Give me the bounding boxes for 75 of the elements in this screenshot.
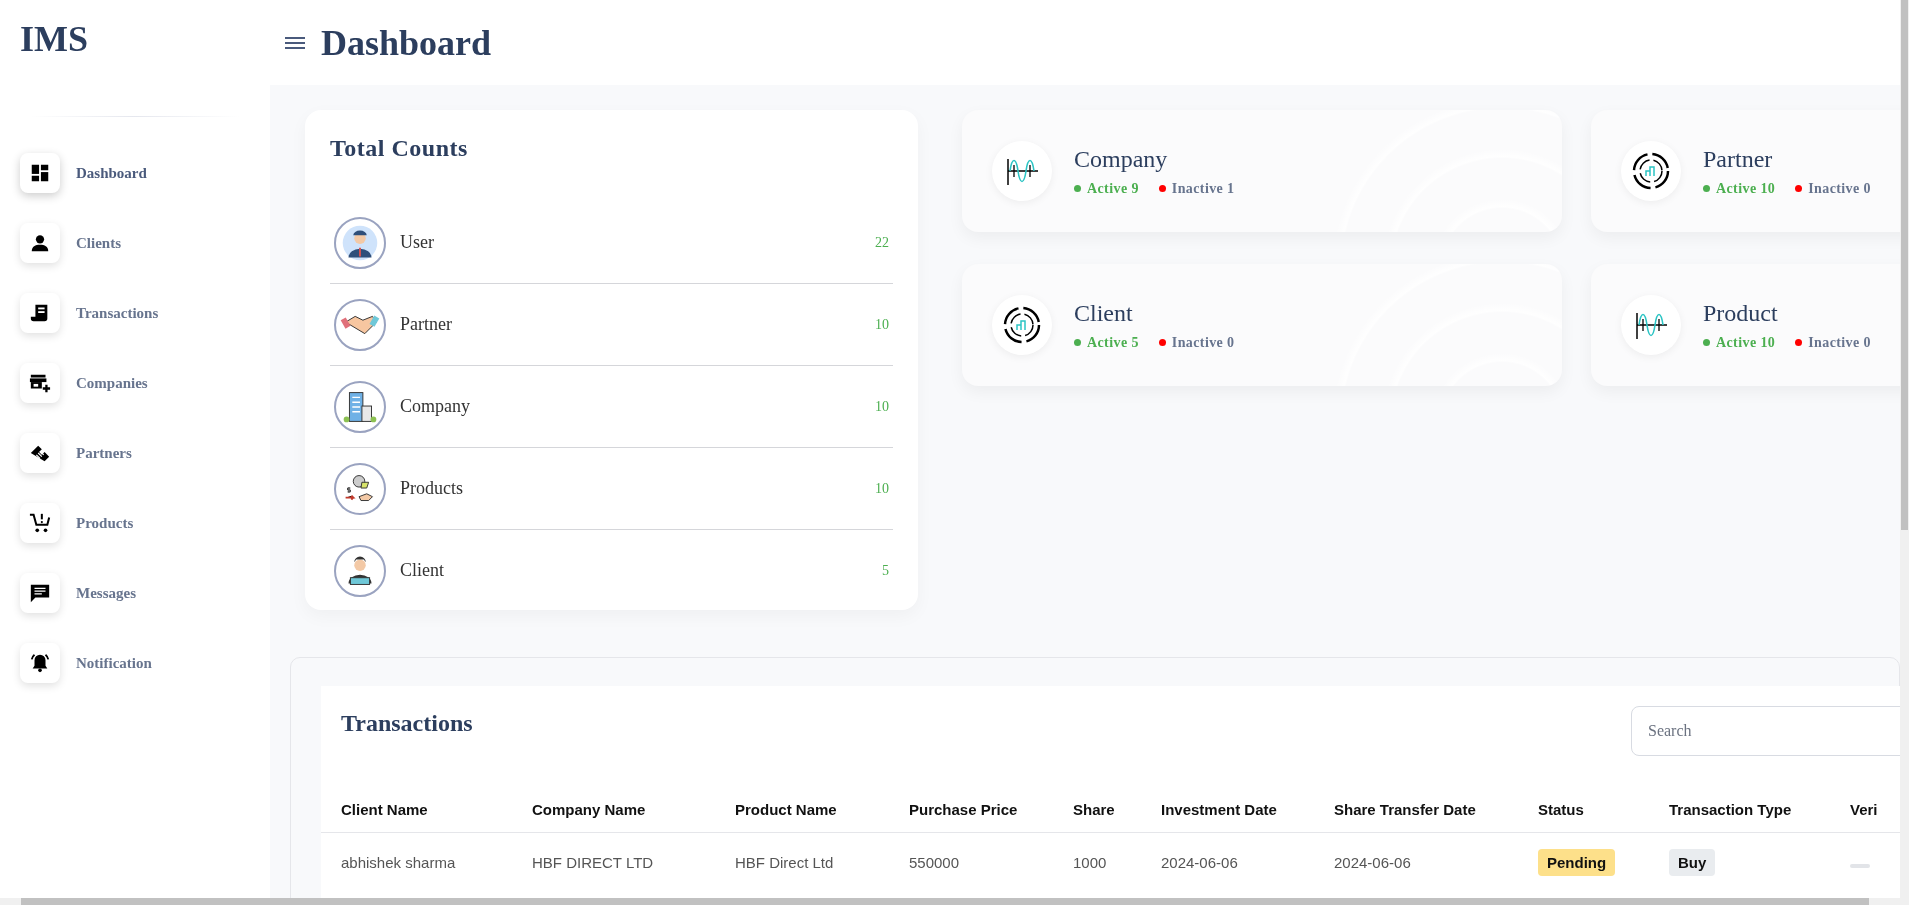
count-label: Partner xyxy=(400,314,453,335)
search-field[interactable]: Search xyxy=(1631,706,1900,756)
nav-item[interactable]: Partners xyxy=(20,433,270,473)
column-header: Company Name xyxy=(532,801,646,818)
nav-icon xyxy=(29,372,51,394)
card-title: Total Counts xyxy=(330,135,469,162)
count-label: Products xyxy=(400,478,464,499)
count-value: 10 xyxy=(875,316,889,333)
category-icon xyxy=(334,462,386,515)
inactive-count: Inactive 1 xyxy=(1171,180,1235,197)
column-header: Status xyxy=(1538,801,1584,818)
inactive-count: Inactive 0 xyxy=(1808,334,1871,351)
column-header: Investment Date xyxy=(1161,801,1277,818)
stat-title: Product xyxy=(1703,299,1779,327)
status-dot xyxy=(1795,339,1803,346)
vertical-scrollbar[interactable] xyxy=(1900,0,1909,905)
column-header: Veri xyxy=(1850,801,1878,818)
column-header: Product Name xyxy=(735,801,837,818)
category-icon xyxy=(334,544,386,597)
table-cell: 550000 xyxy=(909,854,960,871)
nav-icon xyxy=(29,232,51,254)
category-icon xyxy=(334,216,386,269)
nav-item[interactable]: Transactions xyxy=(20,293,270,333)
count-label: User xyxy=(400,232,435,253)
type-badge: Buy xyxy=(1669,849,1716,876)
column-header: Share xyxy=(1073,801,1115,818)
category-icon xyxy=(334,298,386,351)
stat-title: Client xyxy=(1074,299,1134,327)
column-header: Share Transfer Date xyxy=(1334,801,1476,818)
inactive-count: Inactive 0 xyxy=(1808,180,1871,197)
column-header: Transaction Type xyxy=(1669,801,1792,818)
stat-title: Partner xyxy=(1703,145,1774,173)
status-dot xyxy=(1703,339,1710,346)
active-count: Active 10 xyxy=(1716,180,1776,197)
table-cell: 2024-06-06 xyxy=(1334,854,1411,871)
nav-icon xyxy=(29,582,51,604)
table-cell: 1000 xyxy=(1073,854,1107,871)
count-value: 5 xyxy=(882,562,889,579)
count-label: Client xyxy=(400,560,445,581)
nav-item[interactable]: Products xyxy=(20,503,270,543)
nav-item[interactable]: Dashboard xyxy=(20,153,270,193)
horizontal-scrollbar[interactable] xyxy=(0,898,1900,905)
nav-item[interactable]: Companies xyxy=(20,363,270,403)
status-badge: Pending xyxy=(1538,849,1616,876)
count-label: Company xyxy=(400,396,471,417)
status-dot xyxy=(1074,339,1081,346)
status-dot xyxy=(1074,185,1081,192)
active-count: Active 9 xyxy=(1087,180,1139,197)
table-cell: HBF Direct Ltd xyxy=(735,854,834,871)
app-logo: IMS xyxy=(19,18,89,61)
count-value: 22 xyxy=(875,234,889,251)
active-count: Active 5 xyxy=(1087,334,1139,351)
nav-icon xyxy=(29,512,51,534)
nav-icon xyxy=(29,162,51,184)
count-value: 10 xyxy=(875,398,889,415)
section-title: Transactions xyxy=(341,710,473,737)
count-value: 10 xyxy=(875,480,889,497)
status-dot xyxy=(1158,339,1166,346)
nav-item[interactable]: Clients xyxy=(20,223,270,263)
status-dot xyxy=(1703,185,1710,192)
column-header: Purchase Price xyxy=(909,801,1018,818)
table-cell: abhishek sharma xyxy=(341,854,456,871)
table-cell: 2024-06-06 xyxy=(1161,854,1238,871)
status-dot xyxy=(1795,185,1803,192)
table-cell: HBF DIRECT LTD xyxy=(532,854,654,871)
nav-item[interactable]: Notification xyxy=(20,643,270,683)
nav-item[interactable]: Messages xyxy=(20,573,270,613)
column-header: Client Name xyxy=(341,801,428,818)
inactive-count: Inactive 0 xyxy=(1171,334,1235,351)
status-dot xyxy=(1158,185,1166,192)
category-icon xyxy=(334,380,386,433)
active-count: Active 10 xyxy=(1716,334,1776,351)
nav-icon xyxy=(29,652,51,674)
stat-title: Company xyxy=(1074,145,1169,173)
page-title: Dashboard xyxy=(321,21,492,64)
